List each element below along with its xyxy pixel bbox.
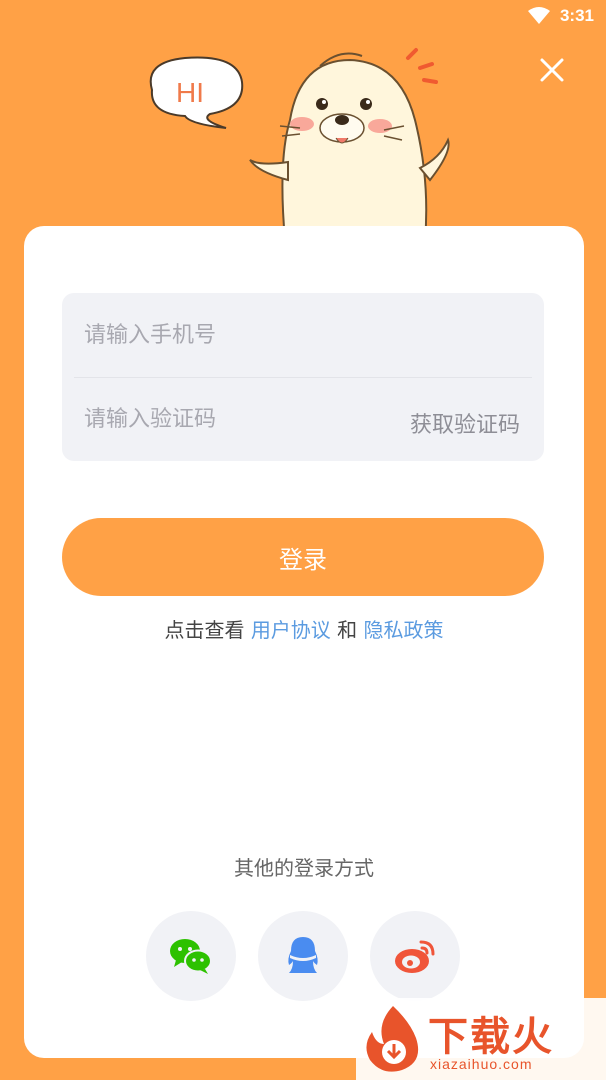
- wifi-icon: [527, 7, 550, 24]
- wechat-login-button[interactable]: [146, 911, 236, 1001]
- close-icon: [540, 58, 564, 82]
- get-code-button[interactable]: 获取验证码: [410, 407, 520, 439]
- input-divider: [74, 377, 532, 378]
- status-time: 3:31: [559, 6, 594, 25]
- watermark-url: xiazaihuo.com: [430, 1056, 533, 1072]
- qq-icon: [288, 937, 318, 973]
- login-input-group: 获取验证码: [62, 293, 544, 461]
- phone-number-input[interactable]: [84, 313, 524, 357]
- weibo-icon: [395, 940, 435, 973]
- other-login-title: 其他的登录方式: [234, 856, 374, 880]
- agreement-prefix: 点击查看: [164, 618, 251, 642]
- wechat-icon: [170, 939, 212, 974]
- verification-code-input[interactable]: [84, 397, 364, 441]
- qq-login-button[interactable]: [258, 911, 348, 1001]
- agreement-conjunction: 和: [330, 618, 364, 642]
- privacy-policy-link[interactable]: 隐私政策: [364, 618, 444, 642]
- flame-logo-icon: [366, 1006, 419, 1072]
- status-bar: 3:31: [0, 0, 606, 34]
- login-button[interactable]: 登录: [62, 518, 544, 596]
- login-card: 获取验证码 登录 点击查看 用户协议 和 隐私政策 其他的登录方式: [24, 226, 584, 1058]
- status-icons: 3:31: [527, 6, 594, 26]
- seal-mascot-illustration: HI: [149, 48, 450, 240]
- speech-bubble: HI: [149, 56, 244, 129]
- watermark: 下载火 xiazaihuo.com: [356, 998, 606, 1080]
- watermark-title: 下载火: [428, 1014, 554, 1060]
- user-agreement-link[interactable]: 用户协议: [251, 618, 331, 642]
- agreement-text: 点击查看 用户协议 和 隐私政策: [24, 614, 584, 643]
- speech-bubble-text: HI: [176, 77, 204, 108]
- close-button[interactable]: [536, 54, 568, 86]
- weibo-login-button[interactable]: [370, 911, 460, 1001]
